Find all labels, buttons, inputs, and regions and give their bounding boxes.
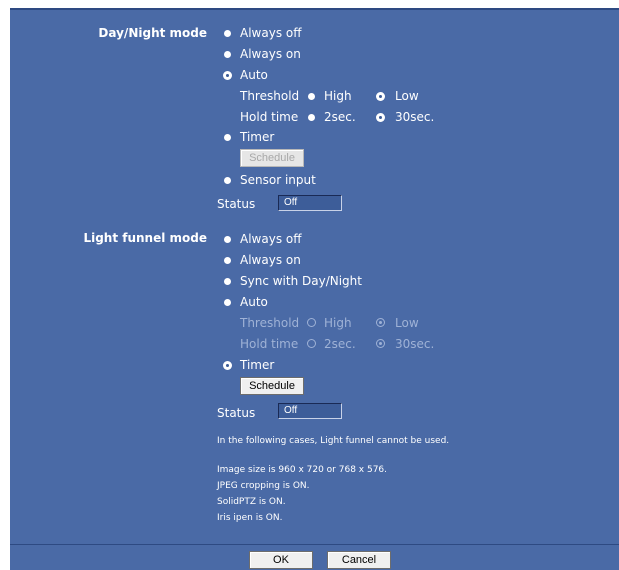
day-night-hold-30sec-radio[interactable] [376,113,385,122]
day-night-always-on-radio[interactable] [224,51,231,58]
light-funnel-schedule-button[interactable]: Schedule [240,377,304,395]
day-night-always-on-label[interactable]: Always on [240,47,301,61]
light-funnel-auto-label[interactable]: Auto [240,295,268,309]
day-night-hold-2sec-radio[interactable] [308,114,315,121]
light-funnel-threshold-low-label[interactable]: Low [395,316,419,330]
light-funnel-threshold-high-label[interactable]: High [324,316,352,330]
light-funnel-sync-radio[interactable] [224,278,231,285]
light-funnel-threshold-high-radio[interactable] [307,318,316,327]
day-night-mode-label: Day/Night mode [98,26,207,40]
light-funnel-hold-30sec-radio[interactable] [376,339,385,348]
light-funnel-hold-time-label: Hold time [240,337,299,351]
light-funnel-auto-radio[interactable] [224,299,231,306]
day-night-timer-label[interactable]: Timer [240,130,274,144]
button-bar: OK Cancel [10,544,619,570]
notes-item: Iris ipen is ON. [217,513,283,523]
light-funnel-sync-label[interactable]: Sync with Day/Night [240,274,362,288]
day-night-threshold-low-radio[interactable] [376,92,385,101]
light-funnel-mode-label: Light funnel mode [83,231,207,245]
day-night-hold-time-label: Hold time [240,110,299,124]
day-night-timer-radio[interactable] [224,134,231,141]
notes-item: Image size is 960 x 720 or 768 x 576. [217,465,388,475]
settings-panel: Day/Night mode Always off Always on Auto… [10,8,619,544]
light-funnel-hold-30sec-label[interactable]: 30sec. [395,337,434,351]
day-night-threshold-low-label[interactable]: Low [395,89,419,103]
light-funnel-threshold-label: Threshold [240,316,300,330]
day-night-auto-label[interactable]: Auto [240,68,268,82]
light-funnel-status-label: Status [217,406,256,420]
light-funnel-always-off-label[interactable]: Always off [240,232,302,246]
day-night-status-field: Off [278,195,342,211]
light-funnel-threshold-low-radio[interactable] [376,318,385,327]
day-night-sensor-input-radio[interactable] [224,177,231,184]
day-night-hold-30sec-label[interactable]: 30sec. [395,110,434,124]
day-night-hold-2sec-label[interactable]: 2sec. [324,110,356,124]
light-funnel-timer-radio[interactable] [223,361,232,370]
notes-item: SolidPTZ is ON. [217,497,286,507]
light-funnel-always-on-label[interactable]: Always on [240,253,301,267]
cancel-button[interactable]: Cancel [327,551,391,569]
day-night-sensor-input-label[interactable]: Sensor input [240,173,316,187]
notes-intro: In the following cases, Light funnel can… [217,436,450,446]
day-night-schedule-button[interactable]: Schedule [240,149,304,167]
light-funnel-always-on-radio[interactable] [224,257,231,264]
day-night-always-off-label[interactable]: Always off [240,26,302,40]
light-funnel-timer-label[interactable]: Timer [240,358,274,372]
day-night-threshold-high-label[interactable]: High [324,89,352,103]
light-funnel-status-field: Off [278,403,342,419]
ok-button[interactable]: OK [249,551,313,569]
day-night-status-label: Status [217,197,256,211]
light-funnel-hold-2sec-radio[interactable] [307,339,316,348]
day-night-always-off-radio[interactable] [224,30,231,37]
day-night-threshold-high-radio[interactable] [308,93,315,100]
day-night-threshold-label: Threshold [240,89,300,103]
notes-item: JPEG cropping is ON. [217,481,310,491]
light-funnel-hold-2sec-label[interactable]: 2sec. [324,337,356,351]
light-funnel-always-off-radio[interactable] [224,236,231,243]
day-night-auto-radio[interactable] [223,71,232,80]
